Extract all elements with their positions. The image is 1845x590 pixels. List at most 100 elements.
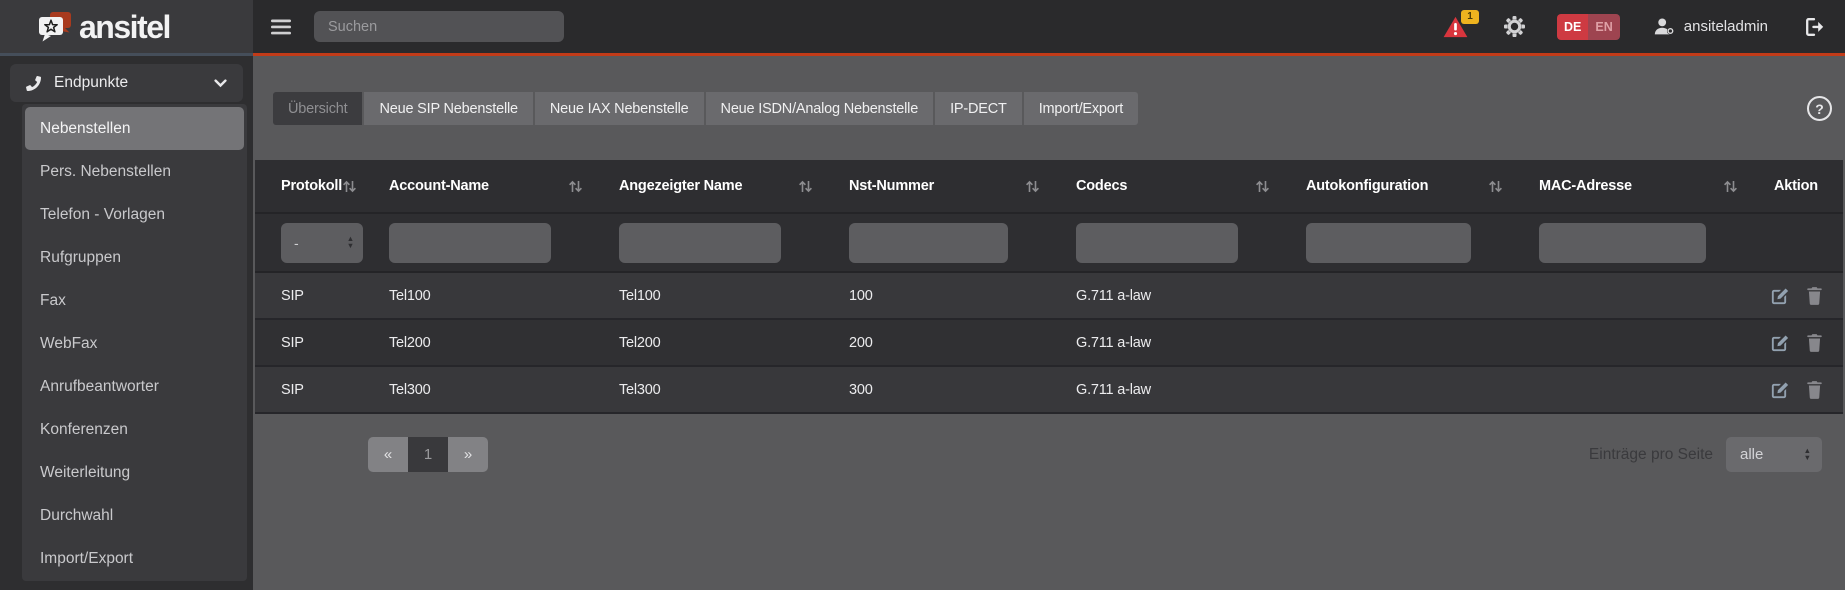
sidebar-item-weiterleitung[interactable]: Weiterleitung [25,451,244,494]
column-header-autokonfiguration[interactable]: Autokonfiguration [1280,160,1513,212]
app-logo[interactable]: ansitel [37,10,170,44]
sidebar-item-nebenstellen[interactable]: Nebenstellen [25,107,244,150]
alerts-count-badge: 1 [1461,10,1479,24]
trash-icon [1806,380,1823,399]
cell-codecs: G.711 a-law [1050,382,1280,398]
sidebar-item-label: WebFax [40,335,97,353]
menu-toggle-button[interactable] [271,19,291,35]
pagination: « 1 » [368,437,488,472]
sidebar-section-label: Endpunkte [54,74,128,92]
filter-codecs-input[interactable] [1076,223,1238,263]
filter-angezeigter-name-input[interactable] [619,223,781,263]
sidebar-item-label: Anrufbeantworter [40,378,159,396]
sidebar-item-import-export[interactable]: Import/Export [25,537,244,580]
protokoll-filter-value: - [294,235,298,251]
cell-aktion [1748,286,1843,306]
sidebar-item-label: Durchwahl [40,507,113,525]
sidebar-item-durchwahl[interactable]: Durchwahl [25,494,244,537]
column-label: Aktion [1774,178,1818,194]
column-header-mac-adresse[interactable]: MAC-Adresse [1513,160,1748,212]
tab-neue-sip-nebenstelle[interactable]: Neue SIP Nebenstelle [364,92,534,125]
column-header-nst-nummer[interactable]: Nst-Nummer [823,160,1050,212]
delete-button[interactable] [1806,286,1823,305]
sidebar-item-webfax[interactable]: WebFax [25,322,244,365]
topbar-main: 1 DE EN [253,0,1845,56]
settings-button[interactable] [1504,16,1525,37]
column-label: Account-Name [389,178,489,194]
sidebar-item-telefon-vorlagen[interactable]: Telefon - Vorlagen [25,193,244,236]
speech-bubbles-star-icon [37,10,75,44]
edit-button[interactable] [1770,286,1790,306]
tab-uebersicht[interactable]: Übersicht [273,92,364,125]
column-label: Autokonfiguration [1306,178,1428,194]
table-filter-row: - ▲▼ [255,214,1843,273]
sidebar-section-endpunkte[interactable]: Endpunkte [10,64,243,102]
alerts-button[interactable]: 1 [1443,16,1468,38]
cell-protokoll: SIP [255,335,363,351]
tab-ip-dect[interactable]: IP-DECT [935,92,1024,125]
logout-button[interactable] [1806,18,1826,36]
select-caret-icon: ▲▼ [347,236,354,249]
page-size-select[interactable]: alle ▲▼ [1726,437,1822,472]
cell-angezeigter-name: Tel200 [593,335,823,351]
tab-import-export[interactable]: Import/Export [1024,92,1138,125]
trash-icon [1806,333,1823,352]
page-size-control: Einträge pro Seite alle ▲▼ [1589,437,1822,472]
cell-angezeigter-name: Tel300 [593,382,823,398]
tab-neue-iax-nebenstelle[interactable]: Neue IAX Nebenstelle [535,92,706,125]
pagination-prev-button[interactable]: « [368,437,408,472]
delete-button[interactable] [1806,333,1823,352]
phone-icon [26,76,41,91]
lang-de-button[interactable]: DE [1557,14,1588,40]
cell-account-name: Tel300 [363,382,593,398]
sidebar-item-label: Weiterleitung [40,464,130,482]
sidebar-item-label: Fax [40,292,66,310]
column-header-angezeigter-name[interactable]: Angezeigter Name [593,160,823,212]
column-label: Angezeigter Name [619,178,742,194]
edit-icon [1770,380,1790,400]
cell-codecs: G.711 a-law [1050,335,1280,351]
edit-button[interactable] [1770,333,1790,353]
sidebar: Endpunkte Nebenstellen Pers. Nebenstelle… [0,56,253,590]
chevron-down-icon [214,79,227,88]
protokoll-filter-select[interactable]: - ▲▼ [281,223,363,263]
edit-icon [1770,333,1790,353]
sidebar-item-fax[interactable]: Fax [25,279,244,322]
search-input[interactable] [314,11,564,42]
pagination-page-1-button[interactable]: 1 [408,437,448,472]
topbar-actions: 1 DE EN [1443,14,1826,40]
filter-mac-adresse-input[interactable] [1539,223,1706,263]
tab-neue-isdn-analog-nebenstelle[interactable]: Neue ISDN/Analog Nebenstelle [706,92,936,125]
cell-protokoll: SIP [255,288,363,304]
sort-icon [342,180,357,193]
cell-angezeigter-name: Tel100 [593,288,823,304]
table-row: SIP Tel100 Tel100 100 G.711 a-law [255,273,1843,320]
edit-icon [1770,286,1790,306]
sidebar-item-rufgruppen[interactable]: Rufgruppen [25,236,244,279]
sidebar-item-anrufbeantworter[interactable]: Anrufbeantworter [25,365,244,408]
filter-account-name-input[interactable] [389,223,551,263]
column-header-account-name[interactable]: Account-Name [363,160,593,212]
sort-icon [1488,180,1503,193]
column-header-codecs[interactable]: Codecs [1050,160,1280,212]
sort-icon [1255,180,1270,193]
filter-nst-nummer-input[interactable] [849,223,1008,263]
filter-autokonfiguration-input[interactable] [1306,223,1471,263]
language-switcher: DE EN [1557,14,1620,40]
user-icon [1654,18,1675,35]
logout-icon [1806,18,1826,36]
column-label: Nst-Nummer [849,178,934,194]
table-row: SIP Tel200 Tel200 200 G.711 a-law [255,320,1843,367]
sidebar-item-konferenzen[interactable]: Konferenzen [25,408,244,451]
sidebar-item-pers-nebenstellen[interactable]: Pers. Nebenstellen [25,150,244,193]
user-menu[interactable]: ansiteladmin [1654,18,1768,35]
pagination-next-button[interactable]: » [448,437,488,472]
delete-button[interactable] [1806,380,1823,399]
main-content: Übersicht Neue SIP Nebenstelle Neue IAX … [253,56,1845,590]
lang-en-button[interactable]: EN [1588,14,1619,40]
sidebar-item-label: Konferenzen [40,421,128,439]
edit-button[interactable] [1770,380,1790,400]
column-header-protokoll[interactable]: Protokoll [255,160,363,212]
gear-icon [1504,16,1525,37]
help-icon[interactable]: ? [1807,96,1832,121]
